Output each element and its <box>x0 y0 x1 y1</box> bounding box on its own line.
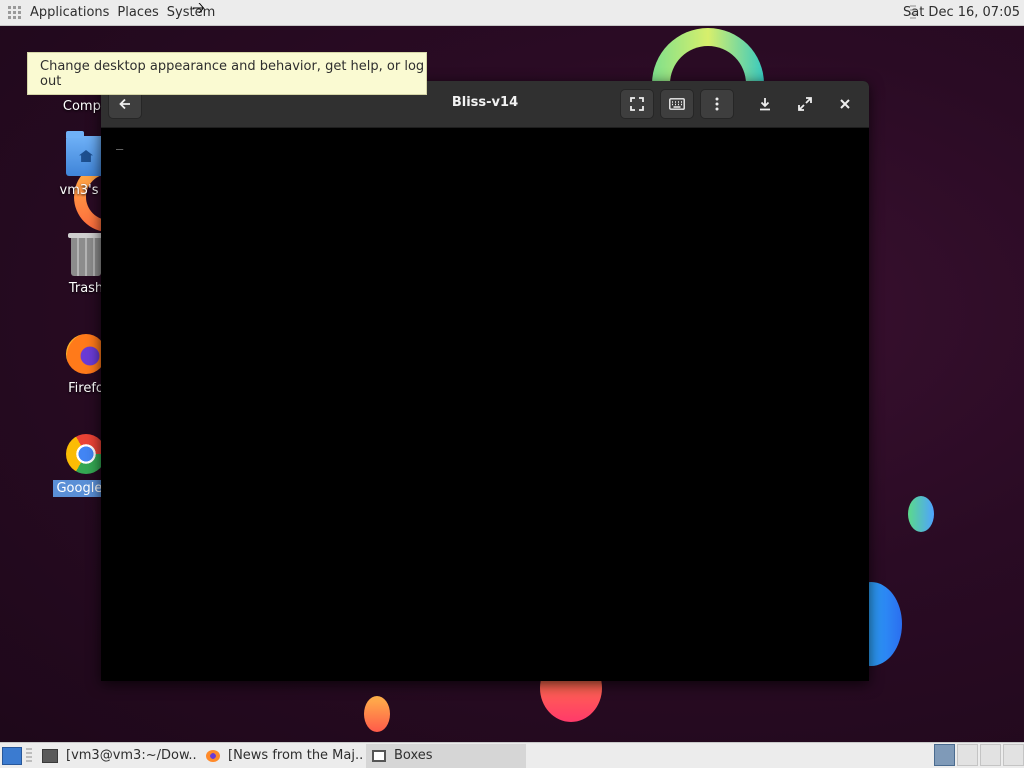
top-panel: Applications Places System Sat Dec 16, 0… <box>0 0 1024 26</box>
wallpaper-shape <box>908 496 934 532</box>
close-button[interactable] <box>828 89 862 119</box>
taskbar-item-firefox[interactable]: [News from the Maj... <box>200 744 364 768</box>
taskbar-item-label: Boxes <box>394 748 433 763</box>
trash-icon <box>68 233 104 276</box>
applications-menu[interactable]: Applications <box>30 5 109 20</box>
boxes-icon <box>372 749 386 762</box>
fullscreen-button[interactable] <box>620 89 654 119</box>
workspace-2[interactable] <box>957 744 978 766</box>
boxes-window[interactable]: Bliss-v14 _ <box>101 81 869 681</box>
keyboard-icon <box>669 98 685 110</box>
applications-grid-icon[interactable] <box>8 5 22 20</box>
download-button[interactable] <box>748 89 782 119</box>
keyboard-button[interactable] <box>660 89 694 119</box>
system-menu[interactable]: System <box>167 5 215 20</box>
download-icon <box>760 98 770 111</box>
home-folder-icon <box>66 131 106 176</box>
taskbar-item-label: [News from the Maj... <box>228 748 364 763</box>
places-menu[interactable]: Places <box>117 5 158 20</box>
bottom-panel: [vm3@vm3:~/Dow... [News from the Maj... … <box>0 742 1024 768</box>
more-menu-button[interactable] <box>700 89 734 119</box>
terminal-icon <box>42 748 58 763</box>
chrome-icon <box>66 434 106 474</box>
panel-separator <box>26 747 32 764</box>
firefox-icon <box>66 334 106 374</box>
maximize-icon <box>798 97 812 111</box>
console-cursor: _ <box>116 136 124 150</box>
workspace-1[interactable] <box>934 744 955 766</box>
firefox-icon <box>206 749 220 762</box>
taskbar-item-terminal[interactable]: [vm3@vm3:~/Dow... <box>36 744 198 768</box>
tooltip-text: Change desktop appearance and behavior, … <box>40 58 425 89</box>
fullscreen-icon <box>630 97 644 111</box>
taskbar-item-boxes[interactable]: Boxes <box>366 743 526 768</box>
wallpaper-shape <box>364 696 390 732</box>
more-menu-icon <box>715 97 719 111</box>
back-arrow-icon <box>119 98 130 110</box>
taskbar-item-label: [vm3@vm3:~/Dow... <box>66 748 198 763</box>
mouse-pointer-icon: 🡢 <box>192 0 205 17</box>
vm-display[interactable]: _ <box>101 128 869 681</box>
workspace-switcher <box>932 744 1024 766</box>
close-icon <box>840 99 850 109</box>
show-desktop-button[interactable] <box>2 746 22 765</box>
maximize-button[interactable] <box>788 89 822 119</box>
clock[interactable]: Sat Dec 16, 07:05 <box>903 5 1020 20</box>
workspace-3[interactable] <box>980 744 1001 766</box>
system-menu-tooltip: Change desktop appearance and behavior, … <box>27 52 427 95</box>
workspace-4[interactable] <box>1003 744 1024 766</box>
